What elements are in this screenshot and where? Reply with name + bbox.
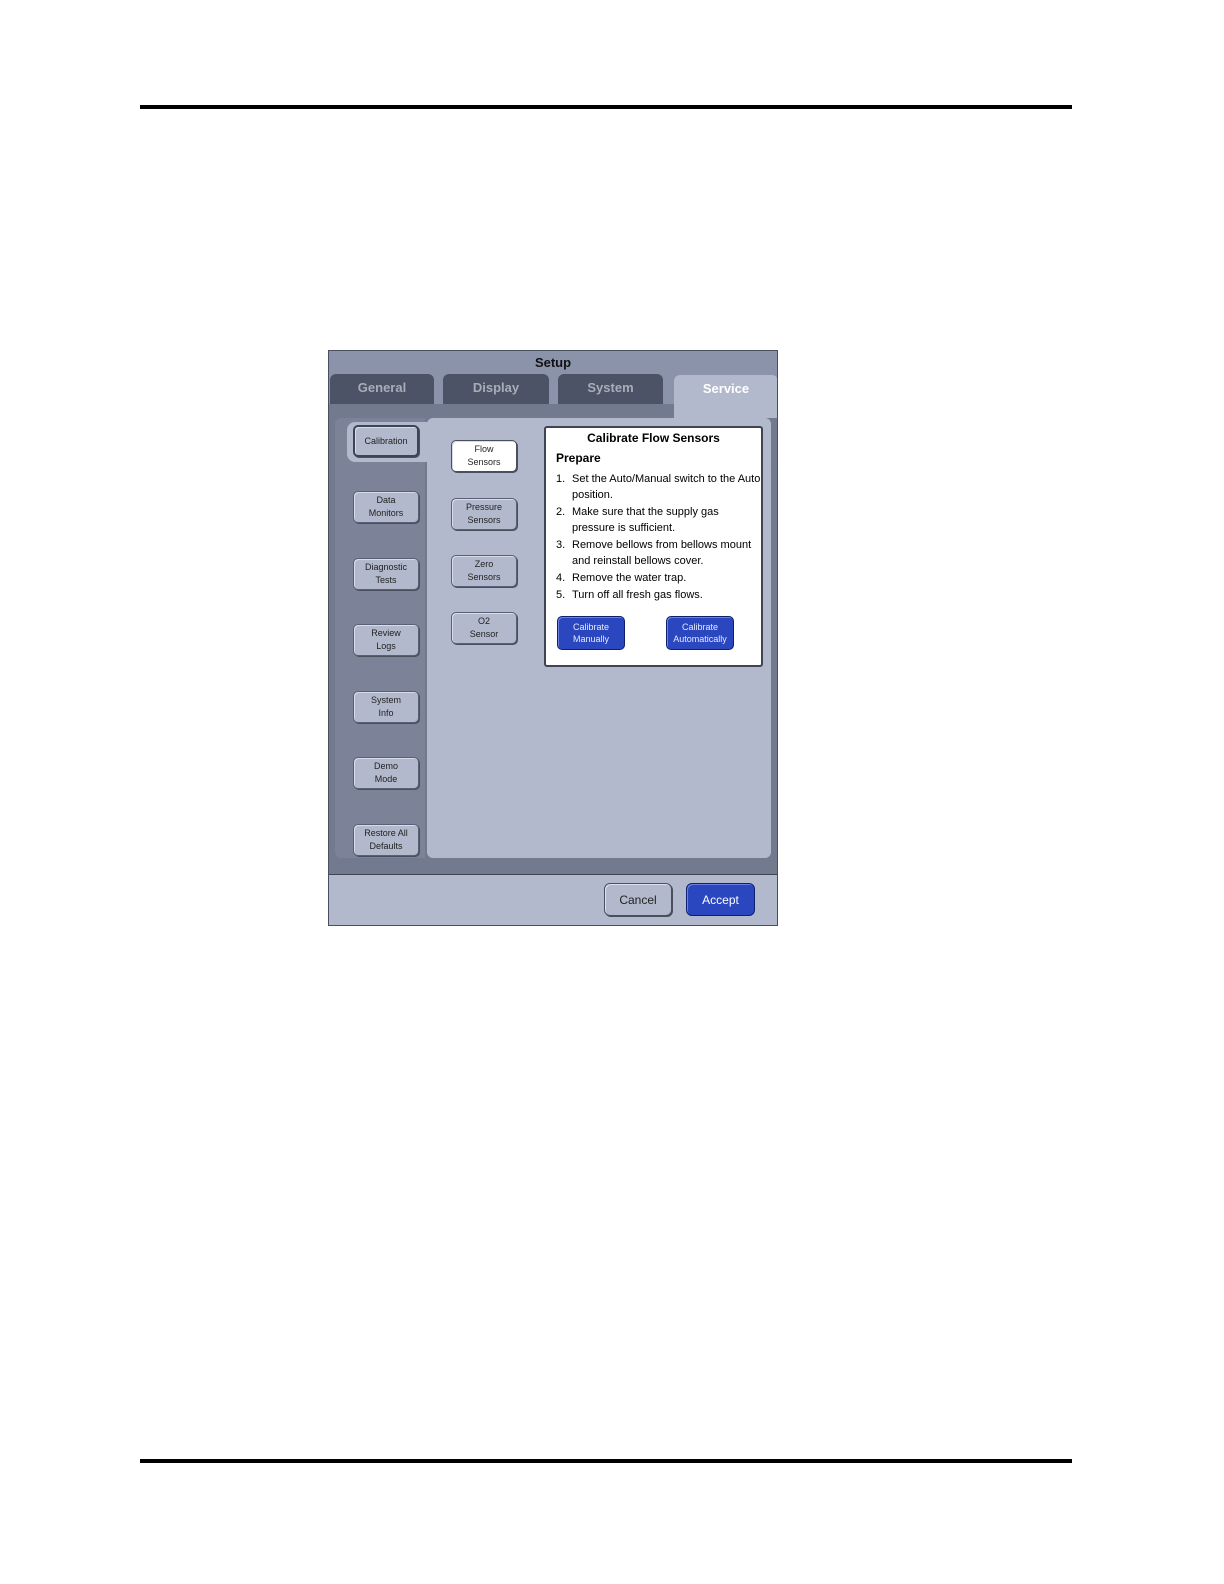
page-top-rule [140,105,1072,109]
cancel-button[interactable]: Cancel [604,883,672,916]
flow-sensors-button[interactable]: Flow Sensors [451,440,517,472]
setup-screen: Setup General Display System Service Cal… [328,350,778,926]
step-number: 1. [556,473,566,485]
sidebar-item-review-logs[interactable]: Review Logs [353,624,419,656]
step-item: 1. Set the Auto/Manual switch to the Auto… [556,471,761,503]
calibrate-automatically-button[interactable]: Calibrate Automatically [666,616,734,650]
sidebar-item-calibration[interactable]: Calibration [353,425,419,457]
calibrate-flow-sensors-panel: Calibrate Flow Sensors Prepare 1. Set the… [544,426,763,667]
prepare-steps: 1. Set the Auto/Manual switch to the Auto… [556,471,761,604]
step-item: 2. Make sure that the supply gas pressure… [556,504,761,536]
tab-service[interactable]: Service [674,375,777,419]
sidebar-item-diagnostic-tests[interactable]: Diagnostic Tests [353,558,419,590]
step-number: 2. [556,506,566,518]
zero-sensors-button[interactable]: Zero Sensors [451,555,517,587]
sidebar-item-demo-mode[interactable]: Demo Mode [353,757,419,789]
sidebar-item-data-monitors[interactable]: Data Monitors [353,491,419,523]
panel-title: Calibrate Flow Sensors [587,431,720,445]
tab-display[interactable]: Display [443,374,549,404]
o2-sensor-button[interactable]: O2 Sensor [451,612,517,644]
step-text: Set the Auto/Manual switch to the Auto p… [572,473,761,501]
step-item: 4. Remove the water trap. [556,570,761,586]
tab-general[interactable]: General [330,374,434,404]
page-bottom-rule [140,1459,1072,1463]
step-number: 4. [556,572,566,584]
step-number: 5. [556,589,566,601]
step-text: Remove bellows from bellows mount and re… [572,539,752,567]
accept-button[interactable]: Accept [686,883,755,916]
pressure-sensors-button[interactable]: Pressure Sensors [451,498,517,530]
step-text: Remove the water trap. [572,572,687,584]
step-number: 3. [556,539,566,551]
window-title: Setup [534,355,572,370]
service-content: Calibration Data Monitors Diagnostic Tes… [329,418,777,876]
sidebar-item-system-info[interactable]: System Info [353,691,419,723]
step-text: Make sure that the supply gas pressure i… [572,506,719,534]
sidebar-item-restore-all-defaults[interactable]: Restore All Defaults [353,824,419,856]
panel-subtitle: Prepare [556,451,601,465]
calibrate-manually-button[interactable]: Calibrate Manually [557,616,625,650]
step-item: 5. Turn off all fresh gas flows. [556,587,761,603]
tab-system[interactable]: System [558,374,663,404]
step-text: Turn off all fresh gas flows. [572,589,703,601]
step-item: 3. Remove bellows from bellows mount and … [556,537,761,569]
